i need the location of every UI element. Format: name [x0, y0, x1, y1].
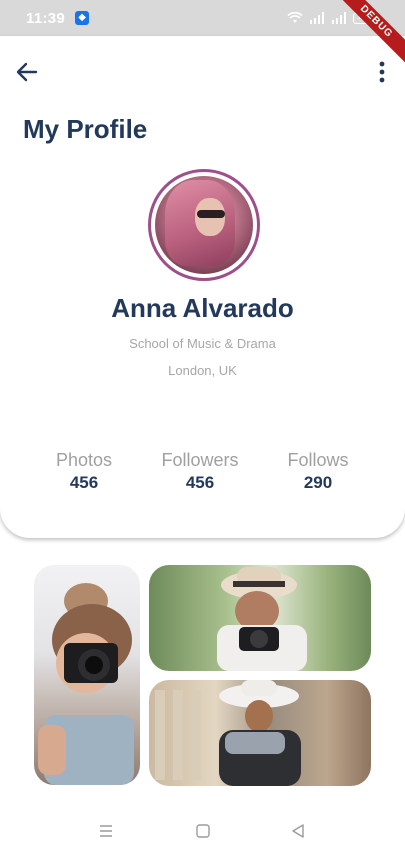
debug-banner: DEBUG — [325, 0, 405, 80]
profile-location: London, UK — [168, 363, 237, 378]
back-arrow-icon[interactable] — [14, 60, 40, 84]
stat-label: Photos — [55, 450, 113, 470]
photographer-hat-illustration — [217, 567, 307, 671]
profile-stats: Photos 456 Followers 456 Follows 290 — [0, 450, 405, 510]
stat-follows[interactable]: Follows 290 — [258, 450, 378, 493]
stat-photos[interactable]: Photos 456 — [24, 450, 144, 493]
profile-name: Anna Alvarado — [111, 293, 294, 323]
stat-value: 456 — [69, 473, 99, 492]
profile-card: My Profile Anna Alvarado School of Music… — [0, 36, 405, 538]
photographer-illustration — [38, 583, 134, 785]
system-nav-bar — [0, 805, 405, 855]
stat-label: Followers — [161, 450, 239, 470]
status-time: 11:39 — [26, 9, 66, 27]
gallery-photo-3[interactable] — [149, 680, 371, 786]
page-title: My Profile — [23, 114, 148, 144]
stat-value: 290 — [303, 473, 333, 492]
app-notification-icon: ◆ — [75, 11, 90, 25]
wifi-icon — [287, 12, 303, 23]
avatar[interactable] — [148, 169, 260, 281]
stat-label: Follows — [287, 450, 349, 470]
home-square-icon[interactable] — [195, 823, 211, 839]
gallery-photo-1[interactable] — [34, 565, 140, 785]
stat-followers[interactable]: Followers 456 — [140, 450, 260, 493]
gallery-photo-2[interactable] — [149, 565, 371, 671]
avatar-sunglasses — [197, 210, 225, 218]
back-triangle-icon[interactable] — [290, 823, 306, 839]
avatar-photo — [155, 176, 253, 274]
profile-school: School of Music & Drama — [129, 336, 276, 351]
woman-hat-illustration — [155, 680, 301, 786]
signal-icon — [310, 12, 324, 24]
stat-value: 456 — [185, 473, 215, 492]
debug-label: DEBUG — [331, 0, 405, 67]
menu-icon[interactable] — [98, 823, 114, 839]
